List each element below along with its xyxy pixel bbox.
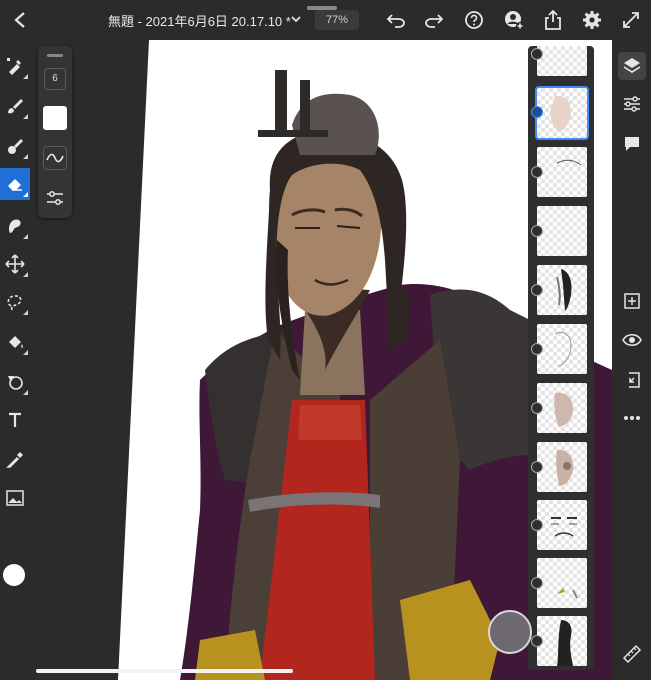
home-indicator xyxy=(36,669,293,673)
help-icon[interactable] xyxy=(462,8,486,32)
smudge-icon[interactable] xyxy=(0,210,30,242)
lasso-icon[interactable] xyxy=(0,286,30,318)
layers-icon[interactable] xyxy=(618,52,646,80)
layer-visibility-icon[interactable] xyxy=(531,577,543,589)
modifier-touch-button[interactable] xyxy=(488,610,532,654)
layer-visibility-icon[interactable] xyxy=(531,106,543,118)
shape-icon[interactable] xyxy=(0,366,30,398)
layer-visibility-icon[interactable] xyxy=(531,166,543,178)
canvas-area[interactable] xyxy=(30,40,612,680)
brush-settings-icon[interactable] xyxy=(43,186,67,210)
artwork-canvas[interactable] xyxy=(30,40,612,680)
document-title[interactable]: 無題 - 2021年6月6日 20.17.10 * xyxy=(108,11,291,30)
layer-visibility-icon[interactable] xyxy=(531,402,543,414)
mixer-brush-icon[interactable] xyxy=(0,130,30,162)
add-layer-icon[interactable] xyxy=(618,287,646,315)
layer-thumbnail[interactable] xyxy=(537,500,587,550)
color-picker-swatch[interactable] xyxy=(3,564,25,586)
layer-thumbnail[interactable] xyxy=(537,324,587,374)
layer-thumbnail[interactable] xyxy=(537,616,587,666)
share-user-icon[interactable] xyxy=(502,8,526,32)
image-icon[interactable] xyxy=(0,482,30,514)
eraser-icon[interactable] xyxy=(0,168,30,200)
eyedropper-icon[interactable] xyxy=(0,444,30,476)
layer-thumbnail[interactable] xyxy=(537,265,587,315)
layers-panel xyxy=(528,46,594,670)
layer-thumbnail[interactable] xyxy=(537,383,587,433)
top-bar: 無題 - 2021年6月6日 20.17.10 * 77% xyxy=(0,0,651,40)
layer-visibility-icon[interactable] xyxy=(531,461,543,473)
brush-size-control[interactable]: 6 xyxy=(44,68,66,90)
layer-visibility-icon[interactable] xyxy=(531,635,543,647)
text-icon[interactable] xyxy=(0,404,30,436)
move-icon[interactable] xyxy=(0,248,30,280)
back-icon[interactable] xyxy=(8,8,32,32)
layer-thumbnail-selected[interactable] xyxy=(535,86,589,140)
paint-brush-icon[interactable] xyxy=(0,90,30,122)
layer-thumbnail[interactable] xyxy=(537,558,587,608)
comments-icon[interactable] xyxy=(618,130,646,158)
layer-thumbnail[interactable] xyxy=(537,206,587,256)
export-icon[interactable] xyxy=(541,8,565,32)
chevron-down-icon[interactable] xyxy=(290,12,302,30)
import-icon[interactable] xyxy=(618,366,646,394)
layer-visibility-icon[interactable] xyxy=(531,284,543,296)
adjustments-icon[interactable] xyxy=(618,90,646,118)
layer-visibility-icon[interactable] xyxy=(531,48,543,60)
zoom-level[interactable]: 77% xyxy=(315,10,359,30)
layer-thumbnail[interactable] xyxy=(537,442,587,492)
brush-panel-grip[interactable] xyxy=(47,54,63,57)
more-icon[interactable] xyxy=(618,404,646,432)
redo-icon[interactable] xyxy=(422,8,446,32)
fullscreen-icon[interactable] xyxy=(619,8,643,32)
layer-visibility-icon[interactable] xyxy=(531,343,543,355)
pixel-brush-icon[interactable] xyxy=(0,50,30,82)
layer-visibility-icon[interactable] xyxy=(531,225,543,237)
brush-stroke-icon[interactable] xyxy=(43,146,67,170)
visibility-icon[interactable] xyxy=(618,326,646,354)
right-panel-bar xyxy=(612,40,651,680)
undo-icon[interactable] xyxy=(384,8,408,32)
layer-thumbnail[interactable] xyxy=(537,147,587,197)
brush-panel: 6 xyxy=(38,46,72,218)
layer-visibility-icon[interactable] xyxy=(531,519,543,531)
ruler-icon[interactable] xyxy=(618,640,646,668)
brush-color-swatch[interactable] xyxy=(43,106,67,130)
settings-icon[interactable] xyxy=(580,8,604,32)
fill-icon[interactable] xyxy=(0,326,30,358)
layer-thumbnail[interactable] xyxy=(537,46,587,76)
tool-bar xyxy=(0,40,30,680)
